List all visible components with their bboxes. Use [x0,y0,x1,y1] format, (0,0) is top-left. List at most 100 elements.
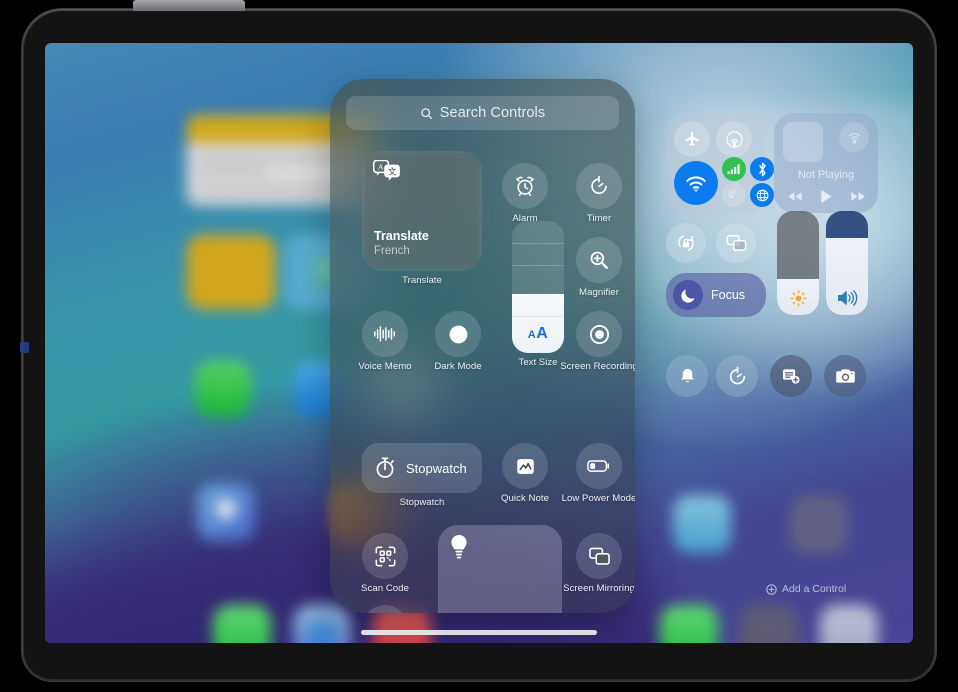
control-recognize-music[interactable]: Recognize Music [362,605,408,613]
stopwatch-title: Stopwatch [406,460,467,476]
brightness-slider[interactable] [777,211,819,315]
timer-icon [576,163,622,209]
stopwatch-caption: Stopwatch [399,497,445,508]
media-status: Not Playing [797,169,855,181]
text-size-fill [512,293,564,353]
airplay-button[interactable] [839,122,869,152]
control-translate-tile[interactable]: A 文 Translate French [362,151,482,271]
airdrop-globe-toggle[interactable] [750,183,774,207]
waveform-icon [362,311,408,357]
fast-forward-button[interactable] [850,191,866,202]
home-indicator[interactable] [361,630,597,635]
cellular-icon [727,164,740,175]
fast-forward-icon [850,192,865,201]
quick-note-icon [502,443,548,489]
bell-icon [680,368,694,382]
rewind-button[interactable] [787,191,803,202]
control-label: Magnifier [579,287,619,298]
airplay-icon [848,132,860,143]
qr-scan-icon [362,533,408,579]
plus-circle-icon [766,583,777,595]
screen-mirroring-icon [576,533,622,579]
volume-button[interactable] [20,342,29,353]
add-a-control-label: Add a Control [782,583,847,595]
quick-note-button[interactable] [770,355,812,397]
moon-icon-wrap [673,280,703,310]
rotation-lock-button[interactable] [666,223,706,263]
screen: Search Controls A 文 Translate French Tra… [45,43,913,643]
control-quick-note[interactable]: Quick Note [501,443,549,504]
album-art [783,122,823,162]
svg-text:A: A [378,163,384,172]
control-label: Scan Code [361,583,409,594]
cellular-toggle[interactable] [722,157,746,181]
personal-hotspot-icon [728,189,738,199]
control-home-tile[interactable]: Scene or Accessory [438,525,562,613]
brightness-fill [777,278,819,315]
text-size-icon: AA [527,325,549,342]
bluetooth-icon [758,162,766,176]
power-button[interactable] [133,0,245,11]
control-label: Low Power Mode [561,493,635,504]
timer-button[interactable] [716,355,758,397]
focus-label: Focus [711,288,746,302]
volume-icon [826,289,868,307]
controls-gallery-panel: Search Controls A 文 Translate French Tra… [330,79,635,613]
timer-icon [729,366,745,384]
silent-mode-button[interactable] [666,355,708,397]
control-label: Timer [586,213,612,224]
search-controls-field[interactable]: Search Controls [346,96,619,130]
battery-low-icon [576,443,622,489]
airdrop-icon [725,130,743,148]
airdrop-toggle[interactable] [716,121,752,157]
control-screen-recording[interactable]: Screen Recording [560,311,635,372]
translate-title: Translate [374,229,429,243]
control-voice-memo[interactable]: Voice Memo [358,311,412,372]
rewind-icon [787,192,802,201]
control-screen-mirroring[interactable]: Screen Mirroring [563,533,635,594]
airdrop-globe-icon [756,189,768,201]
ipad-device: Search Controls A 文 Translate French Tra… [0,0,958,692]
translate-caption: Translate [402,275,442,286]
control-magnifier[interactable]: Magnifier [576,237,622,298]
control-label: Screen Recording [560,361,635,372]
connectivity-module [666,113,774,213]
control-timer[interactable]: Timer [576,163,622,224]
add-a-control-button[interactable]: Add a Control [766,583,846,595]
shazam-icon [362,605,408,613]
play-icon [820,190,832,203]
search-placeholder: Search Controls [439,105,546,121]
camera-button[interactable] [824,355,866,397]
screen-mirroring-icon [726,235,746,251]
focus-button[interactable]: Focus [666,273,766,317]
rotation-lock-icon [678,235,694,251]
control-dark-mode[interactable]: Dark Mode [434,311,482,372]
control-label: Dark Mode [434,361,482,372]
moon-icon [680,288,695,303]
control-label: Screen Mirroring [563,583,635,594]
airplane-mode-toggle[interactable] [674,121,710,157]
stopwatch-icon [373,456,397,480]
bluetooth-toggle[interactable] [750,157,774,181]
control-center: Not Playing Focus Add a Control [658,83,913,628]
svg-text:文: 文 [388,166,397,177]
media-transport [774,189,878,204]
screen-mirroring-button[interactable] [716,223,756,263]
wifi-toggle[interactable] [674,161,718,205]
alarm-clock-icon [502,163,548,209]
volume-slider[interactable] [826,211,868,315]
control-alarm[interactable]: Alarm [502,163,548,224]
control-scan-code[interactable]: Scan Code [361,533,409,594]
search-icon [421,107,432,119]
control-label: Voice Memo [358,361,412,372]
play-button[interactable] [820,189,833,204]
translate-icon: A 文 [373,160,401,182]
personal-hotspot-toggle[interactable] [722,183,746,207]
control-label: Quick Note [501,493,549,504]
control-stopwatch-tile[interactable]: Stopwatch [362,443,482,493]
brightness-icon [777,290,819,307]
control-text-size-slider[interactable]: AA [512,221,564,353]
airplane-mode-icon [685,131,699,146]
translate-subtitle: French [374,245,410,257]
control-low-power-mode[interactable]: Low Power Mode [562,443,635,504]
